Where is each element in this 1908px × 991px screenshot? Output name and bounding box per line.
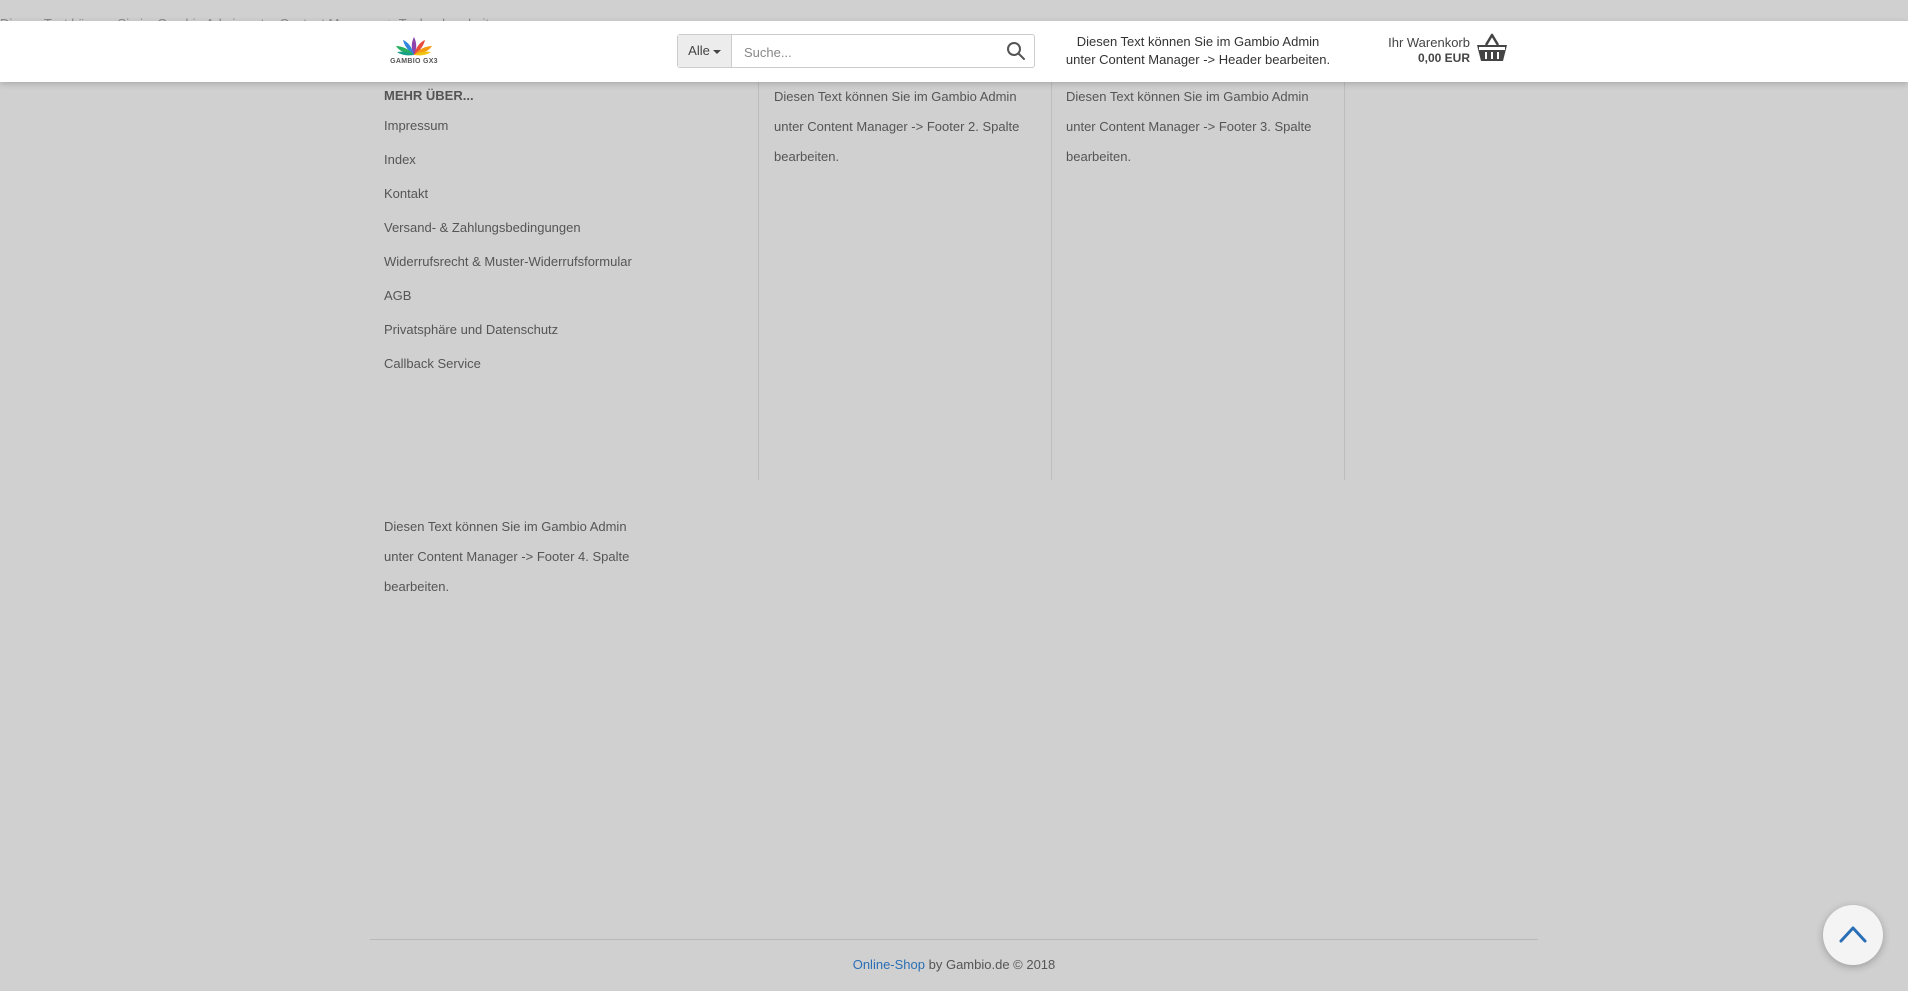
header-text-line1: Diesen Text können Sie im Gambio Admin: [1076, 34, 1320, 49]
footer-column-divider: [1344, 82, 1345, 480]
search-button[interactable]: [1006, 41, 1028, 61]
logo-text: GAMBIO GX3: [390, 58, 438, 65]
search-category-dropdown[interactable]: Alle: [678, 35, 732, 67]
copyright: Online-Shop by Gambio.de © 2018: [0, 957, 1908, 972]
footer-link-widerruf[interactable]: Widerrufsrecht & Muster-Widerrufsformula…: [384, 254, 632, 288]
footer-divider: [370, 939, 1538, 940]
footer-link-kontakt[interactable]: Kontakt: [384, 186, 632, 220]
search-input[interactable]: [734, 36, 1006, 68]
header: GAMBIO GX3 Alle Diesen Text können Sie i…: [0, 21, 1908, 82]
gambio-logo-icon: [396, 37, 432, 56]
search-category-label: Alle: [688, 43, 710, 58]
footer-link-agb[interactable]: AGB: [384, 288, 632, 322]
cart-total: 0,00 EUR: [1417, 51, 1470, 65]
footer-column-3: Diesen Text können Sie im Gambio Admin u…: [1051, 82, 1344, 480]
footer-link-index[interactable]: Index: [384, 152, 632, 186]
footer-column-2-text: Diesen Text können Sie im Gambio Admin u…: [774, 89, 1020, 164]
header-info-text: Diesen Text können Sie im Gambio Admin u…: [1058, 33, 1338, 69]
footer-column-2: Diesen Text können Sie im Gambio Admin u…: [758, 82, 1051, 480]
footer-column-4-text: Diesen Text können Sie im Gambio Admin u…: [384, 519, 630, 594]
header-text-line2: unter Content Manager -> Header bearbeit…: [1065, 52, 1331, 67]
chevron-up-icon: [1839, 926, 1867, 943]
footer-column-title: MEHR ÜBER...: [384, 88, 474, 103]
cart-label: Ihr Warenkorb: [1388, 35, 1470, 50]
footer-column-1: MEHR ÜBER... Impressum Index Kontakt Ver…: [384, 82, 758, 480]
online-shop-link[interactable]: Online-Shop: [853, 957, 925, 972]
footer-link-impressum[interactable]: Impressum: [384, 118, 632, 152]
search-bar: Alle: [677, 34, 1035, 68]
basket-icon: [1477, 33, 1507, 61]
scroll-to-top-button[interactable]: [1823, 905, 1883, 965]
logo[interactable]: GAMBIO GX3: [384, 33, 444, 71]
cart-button[interactable]: Ihr Warenkorb 0,00 EUR: [1360, 33, 1520, 71]
footer-link-list: Impressum Index Kontakt Versand- & Zahlu…: [384, 118, 632, 390]
copyright-text: by Gambio.de © 2018: [925, 957, 1056, 972]
search-icon: [1007, 42, 1025, 60]
caret-down-icon: [712, 49, 721, 54]
footer-link-versand[interactable]: Versand- & Zahlungsbedingungen: [384, 220, 632, 254]
footer-link-callback[interactable]: Callback Service: [384, 356, 632, 390]
footer-link-datenschutz[interactable]: Privatsphäre und Datenschutz: [384, 322, 632, 356]
footer-column-3-text: Diesen Text können Sie im Gambio Admin u…: [1066, 89, 1312, 164]
